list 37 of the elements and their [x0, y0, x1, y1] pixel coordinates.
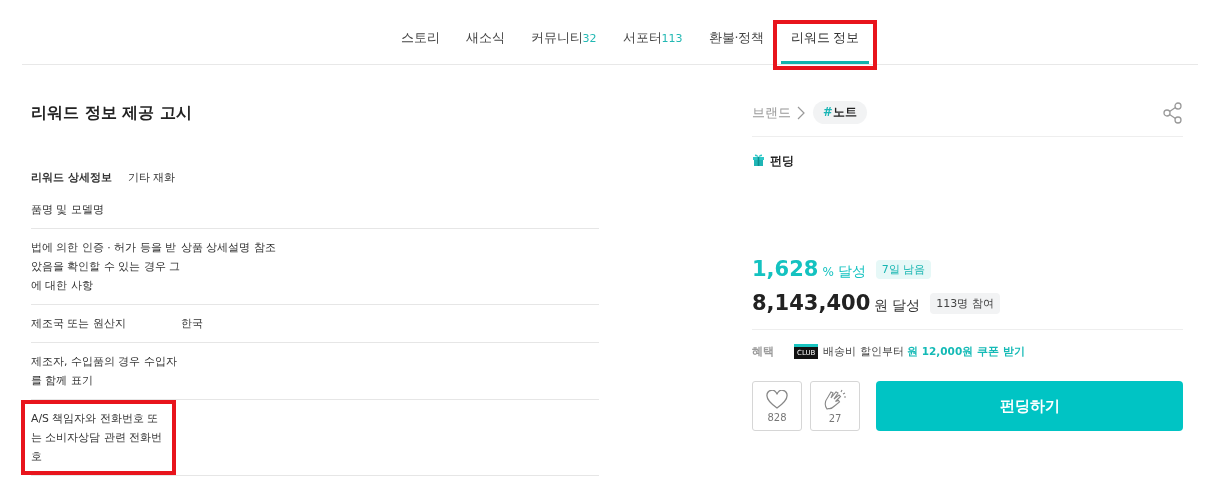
row-label: A/S 책임자와 전화번호 또는 소비자상담 관련 전화번호: [21, 400, 176, 475]
row-label: 제조국 또는 원산지: [31, 316, 127, 332]
heart-icon: [766, 389, 788, 410]
row-value: 기타 재화: [127, 170, 176, 186]
tab[interactable]: 커뮤니티32: [520, 0, 607, 64]
row-label: 법에 의한 인증 · 허가 등을 받았음을 확인할 수 있는 경우 그에 대한 사항: [31, 240, 181, 294]
amount-label: 달성: [892, 297, 921, 315]
amount-value: 8,143,400: [752, 291, 871, 315]
row-label: 제조자, 수입품의 경우 수입자를 함께 표기: [31, 354, 178, 389]
percent-unit: %: [822, 265, 834, 279]
benefit-text[interactable]: 배송비 할인부터 원 12,000원 쿠폰 받기: [823, 344, 1025, 359]
tab[interactable]: 환불·정책: [698, 0, 775, 64]
gift-icon: [752, 153, 765, 166]
chevron-icon: [797, 105, 805, 120]
like-button[interactable]: 828: [752, 381, 802, 431]
tab[interactable]: 서포터113: [612, 0, 693, 64]
days-left-badge: 7일 남음: [875, 259, 932, 279]
category-label: 펀딩: [770, 153, 794, 170]
supporters-badge: 113명 참여: [930, 292, 1000, 314]
amount-unit: 원: [874, 297, 889, 315]
tab-count: 113: [661, 32, 683, 45]
tab[interactable]: 스토리: [390, 0, 450, 64]
tab[interactable]: 리워드 정보: [780, 0, 870, 64]
row-label: 품명 및 모델명: [31, 202, 105, 218]
section-title: 리워드 정보 제공 고시: [31, 103, 193, 124]
cheer-button[interactable]: 27: [810, 381, 860, 431]
row-value: 상품 상세설명 참조: [181, 240, 276, 256]
tab-count: 32: [582, 32, 597, 45]
percent-value: 1,628: [752, 257, 819, 281]
share-icon[interactable]: [1163, 101, 1183, 124]
benefit-label: 혜택: [752, 344, 775, 359]
clapping-hands-icon: [823, 388, 847, 411]
tab[interactable]: 새소식: [455, 0, 515, 64]
percent-label: 달성: [837, 263, 866, 281]
row-value: 한국: [181, 316, 203, 332]
tag-chip[interactable]: #노트: [813, 101, 867, 124]
row-label: 리워드 상세정보: [31, 170, 112, 186]
